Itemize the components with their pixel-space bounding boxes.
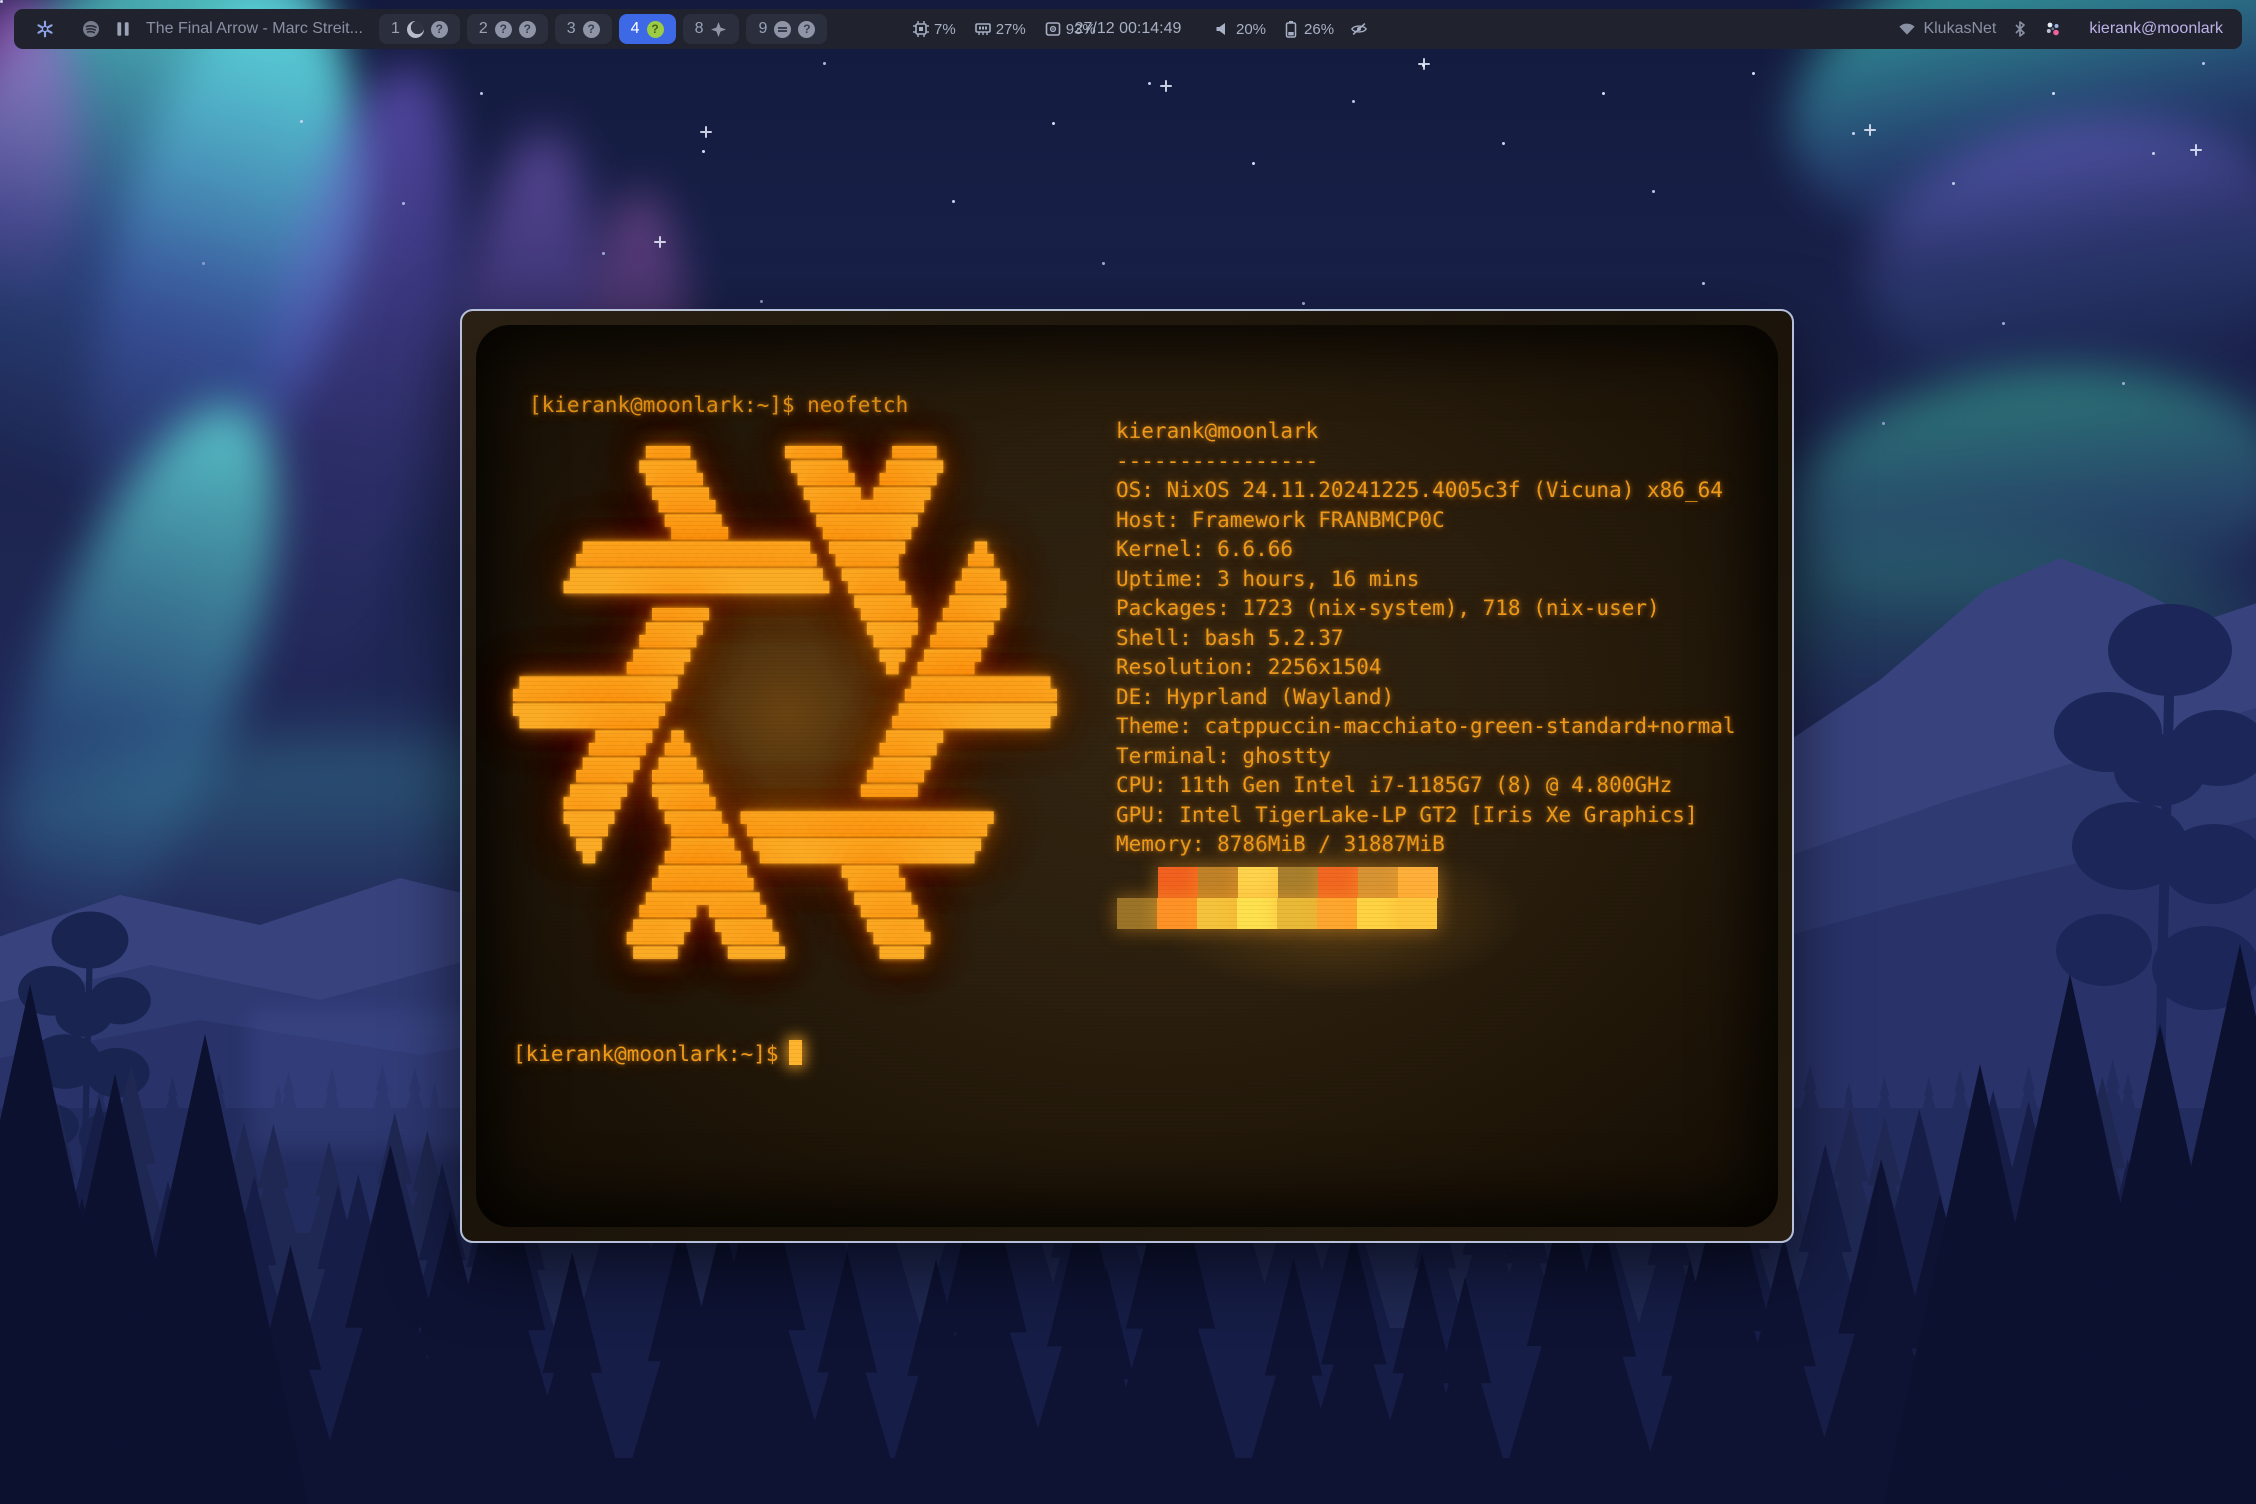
palette-block bbox=[1277, 898, 1317, 929]
tray-app-icon[interactable] bbox=[2044, 20, 2062, 38]
bluetooth-icon[interactable] bbox=[2011, 20, 2029, 38]
cpu-usage: 7% bbox=[934, 21, 956, 38]
palette-block bbox=[1397, 898, 1437, 929]
memory-icon bbox=[974, 20, 992, 38]
nix-snowflake-icon bbox=[36, 20, 54, 38]
terminal-prompt: [kierank@moonlark:~]$ bbox=[513, 1040, 802, 1066]
memory-usage: 27% bbox=[996, 21, 1026, 38]
pause-icon[interactable] bbox=[114, 20, 132, 38]
palette-block bbox=[1357, 898, 1397, 929]
info-line: Theme: catppuccin-macchiato-green-standa… bbox=[1116, 712, 1736, 742]
workspace-number: 8 bbox=[695, 20, 704, 38]
workspace-number: 3 bbox=[567, 20, 576, 38]
app-icon: ? bbox=[647, 21, 664, 38]
crt-bloom bbox=[1076, 805, 1596, 1025]
workspace-number: 9 bbox=[758, 20, 767, 38]
palette-block bbox=[1358, 867, 1398, 898]
info-line: GPU: Intel TigerLake-LP GT2 [Iris Xe Gra… bbox=[1116, 801, 1736, 831]
network-module[interactable]: KlukasNet bbox=[1898, 20, 1996, 38]
volume-level: 20% bbox=[1236, 21, 1266, 38]
disk-icon bbox=[1044, 20, 1062, 38]
info-line: Host: Framework FRANBMCP0C bbox=[1116, 506, 1736, 536]
app-icon: ? bbox=[798, 21, 815, 38]
palette-block bbox=[1317, 898, 1357, 929]
memory-module: 27% bbox=[974, 20, 1026, 38]
track-title: The Final Arrow - Marc Streit... bbox=[146, 20, 363, 38]
user-label: kierank@moonlark bbox=[2089, 20, 2223, 38]
app-icon bbox=[774, 21, 791, 38]
workspace-number: 1 bbox=[391, 20, 400, 38]
info-line: Terminal: ghostty bbox=[1116, 742, 1736, 772]
idle-inhibitor-module[interactable] bbox=[1350, 20, 1368, 38]
terminal-window[interactable]: [kierank@moonlark:~]$ neofetch ▗▄▄▄ ▗▄▄▄… bbox=[460, 309, 1794, 1243]
prompt-text: [kierank@moonlark:~]$ bbox=[513, 1042, 779, 1066]
battery-icon bbox=[1282, 20, 1300, 38]
workspace-number: 4 bbox=[631, 20, 640, 38]
palette-block bbox=[1198, 867, 1238, 898]
terminal-color-palette bbox=[1117, 867, 1438, 929]
network-name: KlukasNet bbox=[1923, 20, 1996, 38]
palette-block bbox=[1318, 867, 1358, 898]
palette-block bbox=[1237, 898, 1277, 929]
app-icon: ? bbox=[519, 21, 536, 38]
volume-module[interactable]: 20% bbox=[1214, 20, 1266, 38]
app-icon bbox=[710, 21, 727, 38]
nixos-launcher-button[interactable] bbox=[30, 20, 60, 38]
crt-bloom bbox=[486, 435, 1086, 995]
workspace-button-1[interactable]: 1? bbox=[379, 14, 460, 44]
info-line: ---------------- bbox=[1116, 447, 1736, 477]
app-icon bbox=[407, 21, 424, 38]
palette-block bbox=[1197, 898, 1237, 929]
palette-block bbox=[1117, 898, 1157, 929]
nixos-ascii-logo: ▗▄▄▄ ▗▄▄▄▄ ▄▄▄▖ ▜███▙ ▜███▙ ▟███▛ ▜███▙ … bbox=[513, 433, 1057, 973]
workspace-button-3[interactable]: 3? bbox=[555, 14, 612, 44]
battery-level: 26% bbox=[1304, 21, 1334, 38]
status-bar: The Final Arrow - Marc Streit... 1?2??3?… bbox=[14, 9, 2242, 49]
workspace-button-8[interactable]: 8 bbox=[683, 14, 740, 44]
info-line: Resolution: 2256x1504 bbox=[1116, 653, 1736, 683]
info-line: Shell: bash 5.2.37 bbox=[1116, 624, 1736, 654]
idle-inhibitor-off-icon bbox=[1350, 20, 1368, 38]
terminal-command-line: [kierank@moonlark:~]$ neofetch bbox=[529, 393, 908, 417]
battery-module: 26% bbox=[1282, 20, 1334, 38]
media-player-module[interactable]: The Final Arrow - Marc Streit... bbox=[82, 20, 363, 38]
clock-module[interactable]: 27/12 00:14:49 bbox=[1075, 9, 1182, 49]
clock-text: 27/12 00:14:49 bbox=[1075, 20, 1182, 38]
palette-block bbox=[1278, 867, 1318, 898]
spotify-icon bbox=[82, 20, 100, 38]
info-line: Packages: 1723 (nix-system), 718 (nix-us… bbox=[1116, 594, 1736, 624]
volume-icon bbox=[1214, 20, 1232, 38]
cpu-icon bbox=[912, 20, 930, 38]
info-line: DE: Hyprland (Wayland) bbox=[1116, 683, 1736, 713]
palette-block bbox=[1238, 867, 1278, 898]
wifi-icon bbox=[1898, 20, 1916, 38]
neofetch-info: kierank@moonlark----------------OS: NixO… bbox=[1116, 417, 1736, 860]
app-icon: ? bbox=[495, 21, 512, 38]
workspace-button-2[interactable]: 2?? bbox=[467, 14, 548, 44]
cpu-module: 7% bbox=[912, 20, 956, 38]
info-line: CPU: 11th Gen Intel i7-1185G7 (8) @ 4.80… bbox=[1116, 771, 1736, 801]
info-line: Kernel: 6.6.66 bbox=[1116, 535, 1736, 565]
app-icon: ? bbox=[431, 21, 448, 38]
crt-screen: [kierank@moonlark:~]$ neofetch ▗▄▄▄ ▗▄▄▄… bbox=[476, 325, 1778, 1227]
workspace-switcher: 1?2??3?4?89? bbox=[379, 14, 827, 44]
palette-block bbox=[1398, 867, 1438, 898]
palette-block bbox=[1158, 867, 1198, 898]
terminal-cursor bbox=[789, 1040, 802, 1065]
workspace-number: 2 bbox=[479, 20, 488, 38]
info-line: OS: NixOS 24.11.20241225.4005c3f (Vicuna… bbox=[1116, 476, 1736, 506]
info-line: Memory: 8786MiB / 31887MiB bbox=[1116, 830, 1736, 860]
workspace-button-9[interactable]: 9? bbox=[746, 14, 827, 44]
info-line: Uptime: 3 hours, 16 mins bbox=[1116, 565, 1736, 595]
info-line: kierank@moonlark bbox=[1116, 417, 1736, 447]
palette-block bbox=[1157, 898, 1197, 929]
app-icon: ? bbox=[583, 21, 600, 38]
workspace-button-4[interactable]: 4? bbox=[619, 14, 676, 44]
